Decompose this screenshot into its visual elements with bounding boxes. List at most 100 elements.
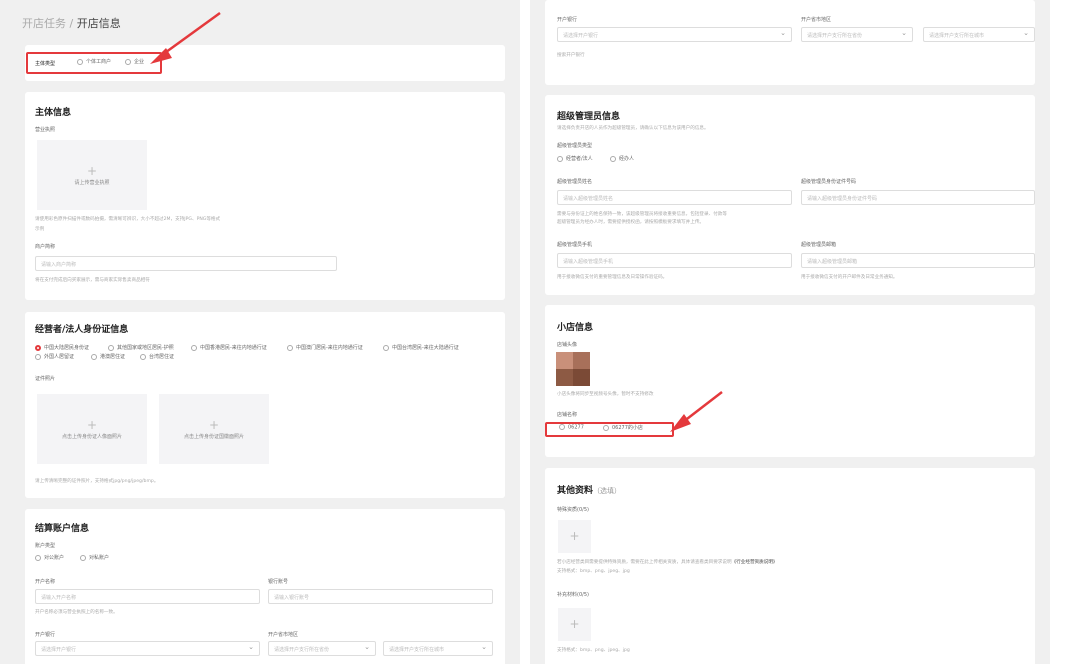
radio-icon bbox=[287, 344, 293, 351]
special-formats: 支持格式：bmp、png、jpeg、jpg bbox=[557, 569, 630, 574]
city-select[interactable]: 请选择开户支行所在城市 bbox=[383, 641, 493, 656]
radio-icon bbox=[35, 353, 41, 360]
id-type-hkmo-residence[interactable]: 港澳居住证 bbox=[91, 353, 125, 360]
merchant-label: 商户简称 bbox=[35, 244, 56, 250]
admin-id-label: 超级管理员身份证件号码 bbox=[801, 179, 857, 185]
radio-icon bbox=[35, 344, 41, 351]
admin-card: 超级管理员信息 请选择负责开店的人员作为超级管理员，请确认以下信息为该用户的信息… bbox=[545, 95, 1035, 295]
settlement-title: 结算账户信息 bbox=[35, 524, 90, 534]
plus-icon: + bbox=[569, 529, 580, 543]
license-hint: 请使用彩色原件扫描件或数码拍摄，需清晰可辨识，大小不超过2M，支持JPG、PNG… bbox=[35, 217, 221, 222]
plus-icon: + bbox=[569, 617, 580, 631]
acct-name-hint: 开户名称必须与营业执照上的名称一致。 bbox=[35, 610, 118, 615]
admin-name-hint-1: 需要与身份证上的姓名保持一致，该超级管理员将接收重要信息，包括登录、付款等 bbox=[557, 212, 727, 217]
bank-label: 开户银行 bbox=[35, 632, 56, 638]
bank-card: 开户银行 请选择开户银行 开户省市地区 请选择开户支行所在省份 请选择开户支行所… bbox=[545, 0, 1035, 85]
acct-type-label: 账户类型 bbox=[35, 543, 56, 549]
admin-email-hint: 用于接收微信支付的开户邮件及日常业务通知。 bbox=[801, 275, 898, 280]
id-type-tw-residence[interactable]: 台湾居住证 bbox=[140, 353, 174, 360]
shop-avatar[interactable] bbox=[556, 352, 590, 386]
admin-phone-hint: 用于接收微信支付的重要管理信息及日常操作验证码。 bbox=[557, 275, 668, 280]
region-label: 开户省市地区 bbox=[801, 17, 832, 23]
license-label: 营业执照 bbox=[35, 127, 56, 133]
admin-type-agent[interactable]: 经办人 bbox=[610, 155, 634, 162]
radio-icon bbox=[80, 554, 86, 561]
bank-search-hint: 搜索开户银行 bbox=[557, 53, 585, 58]
acct-name-label: 开户名称 bbox=[35, 579, 56, 585]
plus-icon: + bbox=[86, 164, 98, 178]
admin-title: 超级管理员信息 bbox=[557, 112, 621, 122]
radio-icon bbox=[91, 353, 97, 360]
id-info-card: 经营者/法人身份证信息 中国大陆居民身份证 其他国家或地区居民-护照 中国香港居… bbox=[25, 312, 505, 498]
acct-no-input[interactable]: 请输入银行账号 bbox=[268, 589, 493, 604]
admin-name-hint-2: 超级管理员为经办人时，需要提供授权函，请按照模板要求填写并上传。 bbox=[557, 220, 705, 225]
photo-hint: 请上传清晰完整的证件照片，支持格式jpg/png/jpeg/bmp。 bbox=[35, 479, 159, 484]
id-type-hk[interactable]: 中国香港居民-来往内地通行证 bbox=[191, 344, 267, 351]
avatar-block bbox=[556, 369, 573, 386]
special-upload[interactable]: + bbox=[558, 520, 591, 553]
province-select[interactable]: 请选择开户支行所在省份 bbox=[801, 27, 913, 42]
radio-icon bbox=[140, 353, 146, 360]
admin-email-input[interactable]: 请输入超级管理员邮箱 bbox=[801, 253, 1035, 268]
right-screenshot: 开户银行 请选择开户银行 开户省市地区 请选择开户支行所在省份 请选择开户支行所… bbox=[530, 0, 1050, 664]
id-type-mo[interactable]: 中国澳门居民-来往内地通行证 bbox=[287, 344, 363, 351]
extra-upload[interactable]: + bbox=[558, 608, 591, 641]
left-screenshot: 开店任务 / 开店信息 主体类型 个体工商户 企业 主体信息 营业执照 + 请上… bbox=[0, 0, 520, 664]
admin-phone-input[interactable]: 请输入超级管理员手机 bbox=[557, 253, 792, 268]
radio-icon bbox=[35, 554, 41, 561]
admin-id-input[interactable]: 请输入超级管理员身份证件号码 bbox=[801, 190, 1035, 205]
license-upload[interactable]: + 请上传营业执照 bbox=[37, 140, 147, 210]
plus-icon: + bbox=[208, 418, 220, 432]
admin-name-label: 超级管理员姓名 bbox=[557, 179, 593, 185]
admin-type-label: 超级管理员类型 bbox=[557, 143, 593, 149]
breadcrumb-current: 开店信息 bbox=[76, 17, 121, 30]
settlement-card: 结算账户信息 账户类型 对公账户 对私账户 开户名称 请输入开户名称 银行账号 … bbox=[25, 509, 505, 664]
bank-label: 开户银行 bbox=[557, 17, 578, 23]
photo-label: 证件照片 bbox=[35, 376, 56, 382]
id-type-cn[interactable]: 中国大陆居民身份证 bbox=[35, 344, 89, 351]
avatar-hint: 小店头像将同步至视频号头像，暂时不支持修改 bbox=[557, 392, 654, 397]
license-example[interactable]: 示例 bbox=[35, 226, 44, 232]
city-select[interactable]: 请选择开户支行所在城市 bbox=[923, 27, 1035, 42]
extra-label: 补充材料(0/5) bbox=[557, 592, 589, 598]
bank-select[interactable]: 请选择开户银行 bbox=[35, 641, 260, 656]
avatar-label: 店铺头像 bbox=[557, 342, 578, 348]
acct-type-personal[interactable]: 对私账户 bbox=[80, 554, 109, 561]
entity-info-title: 主体信息 bbox=[35, 108, 72, 118]
id-back-upload[interactable]: + 点击上传身份证国徽面照片 bbox=[159, 394, 269, 464]
other-title: 其他资料（选填） bbox=[557, 486, 622, 496]
radio-icon bbox=[191, 344, 197, 351]
radio-icon bbox=[610, 155, 616, 162]
plus-icon: + bbox=[86, 418, 98, 432]
admin-phone-label: 超级管理员手机 bbox=[557, 242, 593, 248]
arrow-annotation-right bbox=[670, 391, 723, 432]
admin-type-legal[interactable]: 经营者/法人 bbox=[557, 155, 593, 162]
bank-select[interactable]: 请选择开户银行 bbox=[557, 27, 792, 42]
id-info-title: 经营者/法人身份证信息 bbox=[35, 325, 129, 335]
avatar-block bbox=[573, 352, 590, 369]
special-label: 特殊资质(0/5) bbox=[557, 507, 589, 513]
admin-name-input[interactable]: 请输入超级管理员姓名 bbox=[557, 190, 792, 205]
admin-email-label: 超级管理员邮箱 bbox=[801, 242, 837, 248]
radio-icon bbox=[383, 344, 389, 351]
other-card: 其他资料（选填） 特殊资质(0/5) + 若小店经营类目需要提供特殊资质，需要在… bbox=[545, 468, 1035, 664]
id-type-passport[interactable]: 其他国家或地区居民-护照 bbox=[108, 344, 174, 351]
entity-info-card: 主体信息 营业执照 + 请上传营业执照 请使用彩色原件扫描件或数码拍摄，需清晰可… bbox=[25, 92, 505, 300]
merchant-input[interactable]: 请输入商户简称 bbox=[35, 256, 337, 271]
province-select[interactable]: 请选择开户支行所在省份 bbox=[268, 641, 376, 656]
region-label: 开户省市地区 bbox=[268, 632, 299, 638]
breadcrumb: 开店任务 / 开店信息 bbox=[22, 17, 121, 30]
id-type-tw[interactable]: 中国台湾居民-来往大陆通行证 bbox=[383, 344, 459, 351]
acct-type-corporate[interactable]: 对公账户 bbox=[35, 554, 64, 561]
breadcrumb-parent[interactable]: 开店任务 bbox=[22, 17, 66, 30]
extra-formats: 支持格式：bmp、png、jpeg、jpg bbox=[557, 648, 630, 653]
id-type-foreigner[interactable]: 外国人居留证 bbox=[35, 353, 74, 360]
highlight-box-entity-type bbox=[26, 52, 162, 74]
merchant-hint: 将在支付完成后向买家展示，需与商家实际售卖商品相符 bbox=[35, 278, 150, 283]
shop-title: 小店信息 bbox=[557, 323, 594, 333]
admin-desc: 请选择负责开店的人员作为超级管理员，请确认以下信息为该用户的信息。 bbox=[557, 126, 709, 131]
id-front-upload[interactable]: + 点击上传身份证人像面照片 bbox=[37, 394, 147, 464]
acct-no-label: 银行账号 bbox=[268, 579, 289, 585]
special-link[interactable]: 《行业经营资质说明》 bbox=[732, 560, 778, 565]
acct-name-input[interactable]: 请输入开户名称 bbox=[35, 589, 260, 604]
